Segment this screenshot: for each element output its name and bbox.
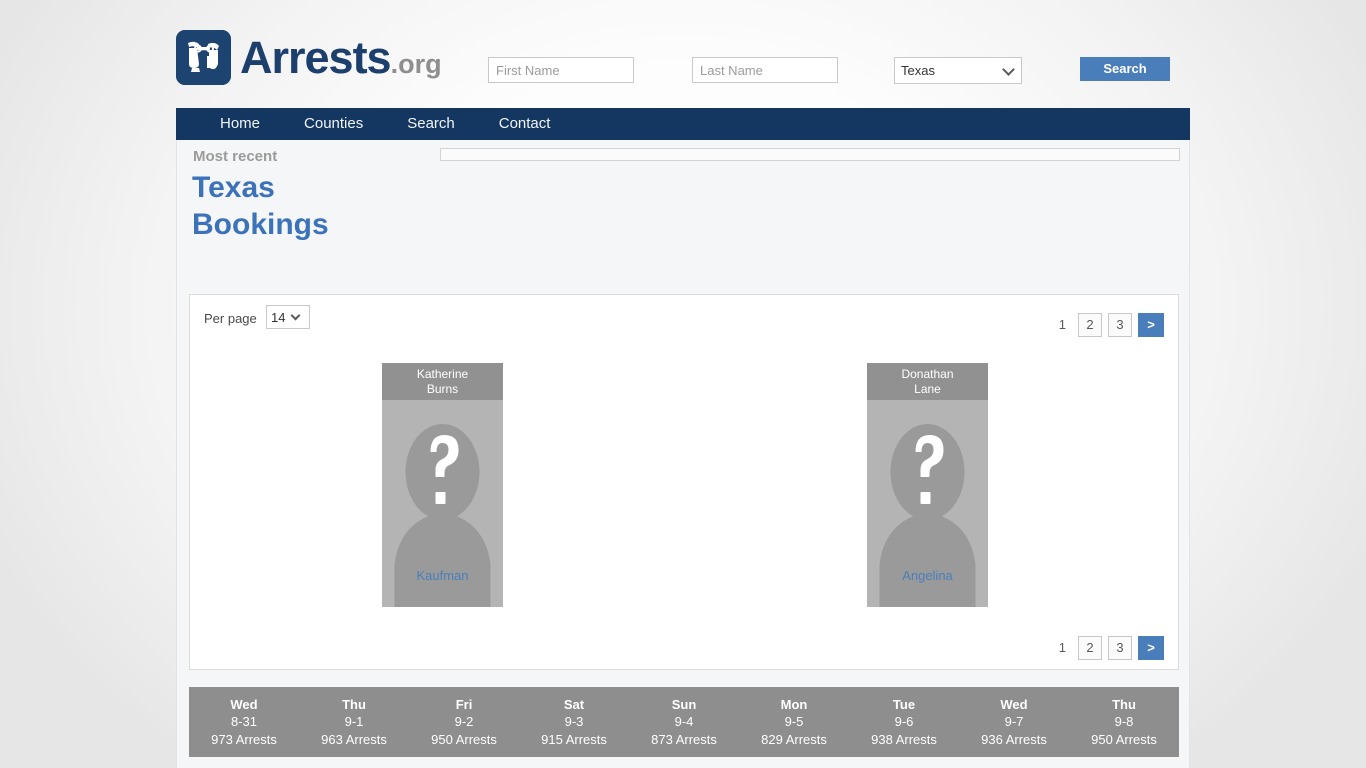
content-area: Most recent Texas Bookings Per page 14 1… bbox=[176, 140, 1190, 768]
page-title: Texas Bookings bbox=[192, 169, 422, 243]
pagination-page-2[interactable]: 2 bbox=[1078, 313, 1102, 337]
calendar-date: 9-4 bbox=[674, 714, 694, 729]
nav-item-search[interactable]: Search bbox=[385, 108, 477, 140]
booking-card[interactable]: Katherine Burns Kaufman bbox=[382, 363, 503, 607]
site-header: Arrests.org Texas Search bbox=[176, 0, 1190, 108]
per-page-label: Per page bbox=[204, 311, 257, 326]
calendar-dow: Sat bbox=[563, 697, 585, 712]
booking-last-name: Lane bbox=[914, 382, 941, 396]
calendar-dow: Wed bbox=[1000, 697, 1028, 712]
pagination-current-page: 1 bbox=[1058, 317, 1066, 332]
calendar-strip: Wed 8-31 973 Arrests Thu 9-1 963 Arrests… bbox=[189, 687, 1179, 757]
calendar-date: 9-2 bbox=[454, 714, 474, 729]
calendar-count: 936 Arrests bbox=[981, 732, 1047, 747]
calendar-count: 829 Arrests bbox=[761, 732, 827, 747]
booking-name: Katherine Burns bbox=[382, 363, 503, 400]
pagination-next-button[interactable]: > bbox=[1138, 636, 1164, 660]
booking-name: Donathan Lane bbox=[867, 363, 988, 400]
site-logo[interactable]: Arrests.org bbox=[176, 30, 442, 85]
pagination-page-2[interactable]: 2 bbox=[1078, 636, 1102, 660]
calendar-dow: Sun bbox=[671, 697, 697, 712]
calendar-date: 9-3 bbox=[564, 714, 584, 729]
handcuffs-icon bbox=[176, 30, 231, 85]
calendar-count: 915 Arrests bbox=[541, 732, 607, 747]
booking-card[interactable]: Donathan Lane Angelina bbox=[867, 363, 988, 607]
page-container: Arrests.org Texas Search Home Counties S… bbox=[176, 0, 1190, 768]
page-title-line2: Bookings bbox=[192, 208, 329, 241]
search-button[interactable]: Search bbox=[1080, 57, 1170, 81]
calendar-day[interactable]: Thu 9-8 950 Arrests bbox=[1069, 687, 1179, 757]
nav-item-home[interactable]: Home bbox=[198, 108, 282, 140]
title-zone: Most recent Texas Bookings bbox=[177, 140, 1189, 312]
pagination-page-3[interactable]: 3 bbox=[1108, 636, 1132, 660]
calendar-day[interactable]: Tue 9-6 938 Arrests bbox=[849, 687, 959, 757]
calendar-dow: Mon bbox=[780, 697, 808, 712]
logo-wordmark: Arrests.org bbox=[240, 35, 442, 80]
calendar-dow: Tue bbox=[892, 697, 916, 712]
calendar-count: 973 Arrests bbox=[211, 732, 277, 747]
calendar-day[interactable]: Mon 9-5 829 Arrests bbox=[739, 687, 849, 757]
booking-county-link[interactable]: Kaufman bbox=[382, 568, 503, 583]
logo-suffix: .org bbox=[390, 49, 442, 79]
page-eyebrow: Most recent bbox=[193, 148, 278, 165]
calendar-date: 9-7 bbox=[1004, 714, 1024, 729]
calendar-dow: Thu bbox=[1112, 697, 1136, 712]
pagination-top: 1 2 3 > bbox=[1053, 313, 1164, 337]
booking-first-name: Donathan bbox=[901, 367, 954, 381]
calendar-date: 9-1 bbox=[344, 714, 364, 729]
calendar-day[interactable]: Wed 9-7 936 Arrests bbox=[959, 687, 1069, 757]
booking-cards-row: Katherine Burns Kaufman Donathan Lane An… bbox=[190, 347, 1178, 607]
ad-slot bbox=[440, 148, 1180, 161]
booking-last-name: Burns bbox=[426, 382, 459, 396]
calendar-date: 9-6 bbox=[894, 714, 914, 729]
calendar-day[interactable]: Fri 9-2 950 Arrests bbox=[409, 687, 519, 757]
logo-text: Arrests bbox=[240, 32, 392, 83]
results-panel: Per page 14 1 2 3 > Katherine Burns Kauf… bbox=[189, 294, 1179, 670]
page-title-line1: Texas bbox=[192, 171, 275, 204]
calendar-count: 950 Arrests bbox=[1091, 732, 1157, 747]
calendar-date: 9-8 bbox=[1114, 714, 1134, 729]
pagination-page-3[interactable]: 3 bbox=[1108, 313, 1132, 337]
calendar-count: 938 Arrests bbox=[871, 732, 937, 747]
calendar-count: 873 Arrests bbox=[651, 732, 717, 747]
pagination-next-button[interactable]: > bbox=[1138, 313, 1164, 337]
per-page-select[interactable]: 14 bbox=[266, 305, 310, 329]
calendar-day[interactable]: Sun 9-4 873 Arrests bbox=[629, 687, 739, 757]
last-name-input[interactable] bbox=[692, 57, 838, 83]
pagination-current-page: 1 bbox=[1058, 640, 1066, 655]
nav-item-counties[interactable]: Counties bbox=[282, 108, 385, 140]
booking-first-name: Katherine bbox=[416, 367, 469, 381]
first-name-input[interactable] bbox=[488, 57, 634, 83]
calendar-day[interactable]: Wed 8-31 973 Arrests bbox=[189, 687, 299, 757]
calendar-dow: Wed bbox=[230, 697, 258, 712]
state-select[interactable]: Texas bbox=[894, 57, 1022, 84]
calendar-day[interactable]: Thu 9-1 963 Arrests bbox=[299, 687, 409, 757]
results-toolbar: Per page 14 1 2 3 > bbox=[190, 295, 1178, 347]
calendar-dow: Fri bbox=[455, 697, 473, 712]
calendar-day[interactable]: Sat 9-3 915 Arrests bbox=[519, 687, 629, 757]
calendar-date: 9-5 bbox=[784, 714, 804, 729]
calendar-dow: Thu bbox=[342, 697, 366, 712]
calendar-date: 8-31 bbox=[230, 714, 258, 729]
calendar-count: 950 Arrests bbox=[431, 732, 497, 747]
pagination-bottom: 1 2 3 > bbox=[1053, 636, 1164, 660]
calendar-count: 963 Arrests bbox=[321, 732, 387, 747]
main-navigation: Home Counties Search Contact bbox=[176, 108, 1190, 140]
booking-county-link[interactable]: Angelina bbox=[867, 568, 988, 583]
nav-item-contact[interactable]: Contact bbox=[477, 108, 573, 140]
